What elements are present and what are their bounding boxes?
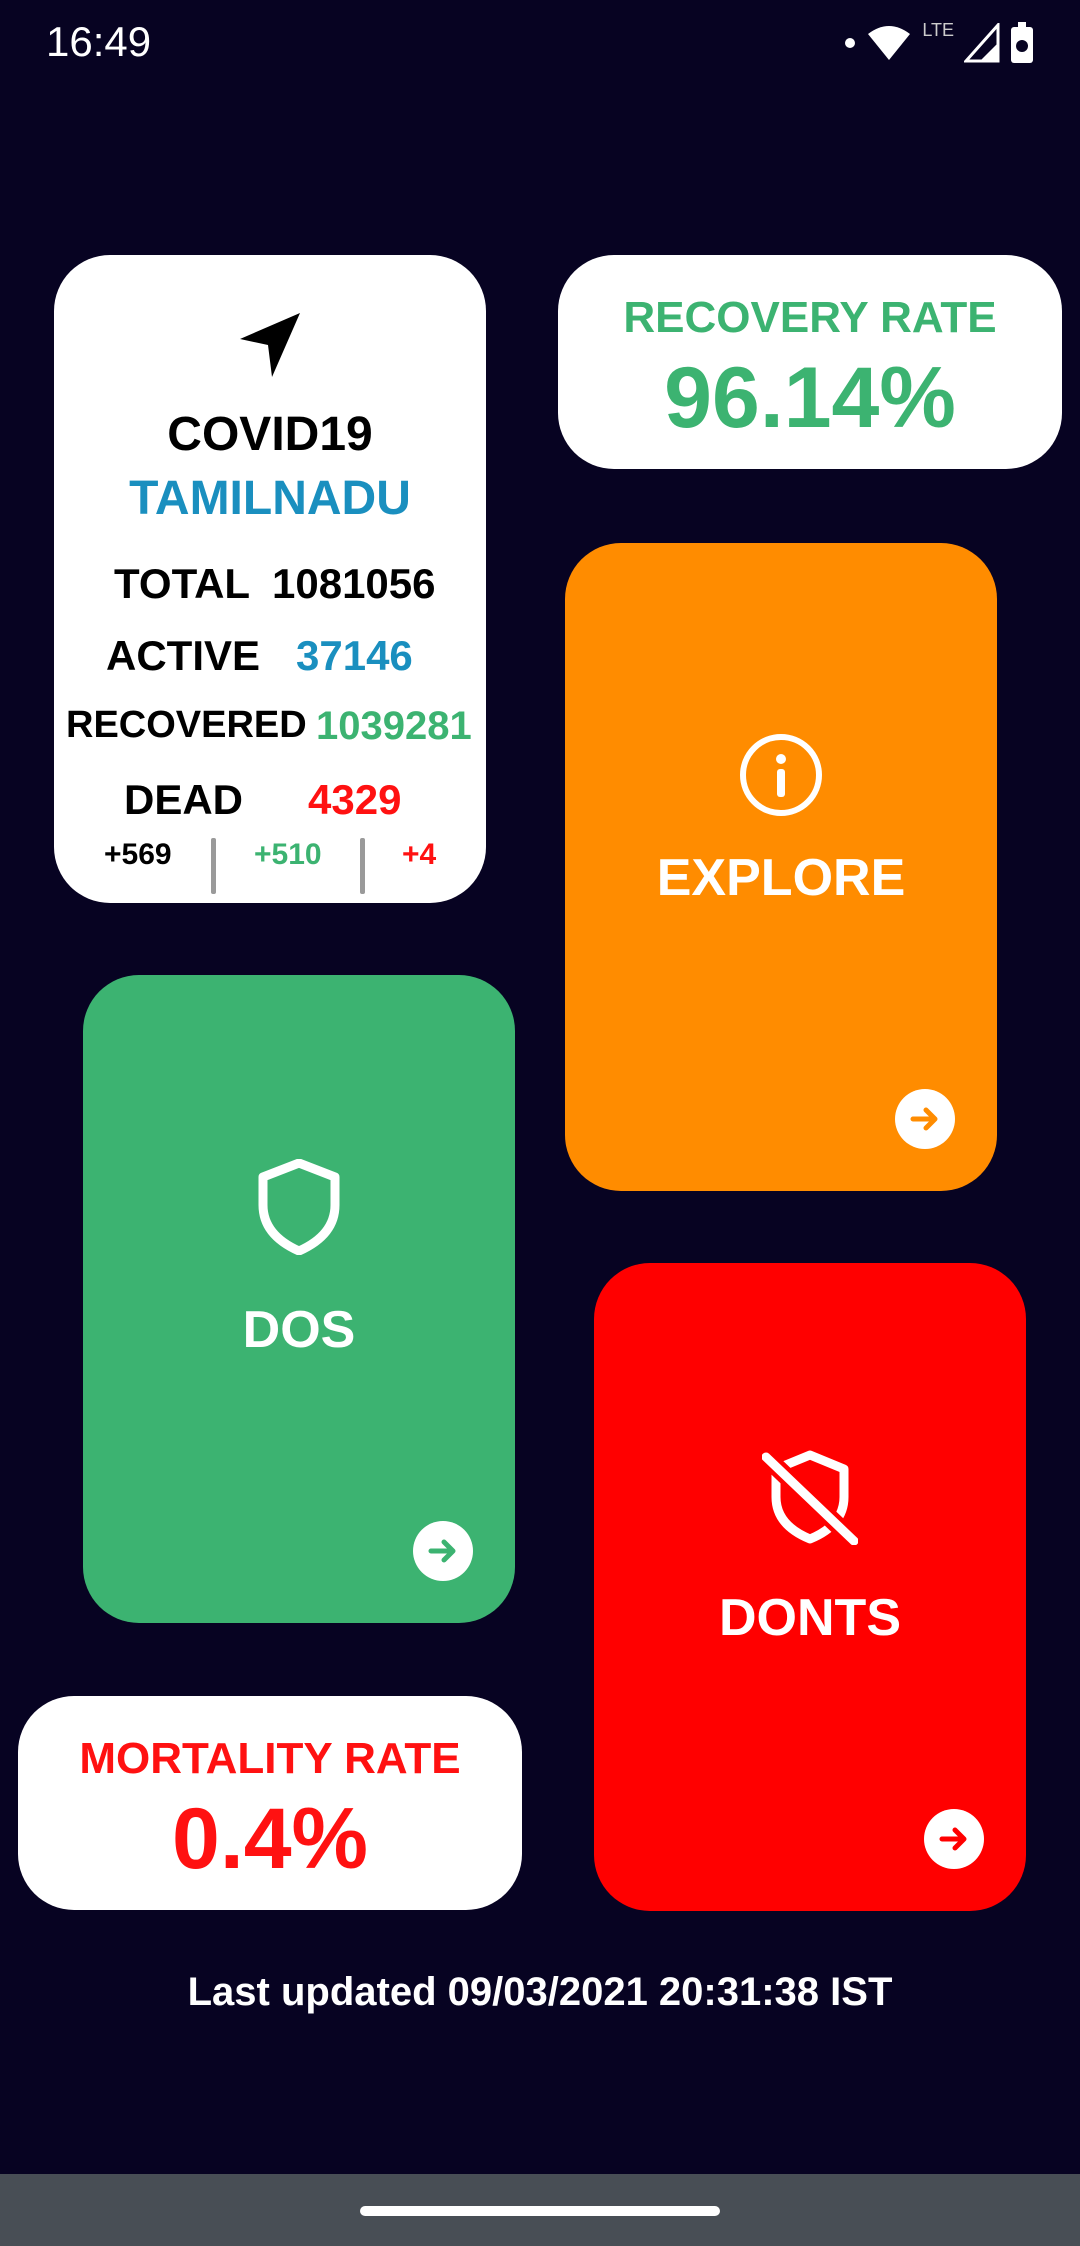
recovery-rate-value: 96.14% bbox=[664, 350, 956, 446]
explore-arrow-button[interactable] bbox=[895, 1089, 955, 1149]
battery-icon bbox=[1011, 22, 1033, 63]
navigation-arrow-icon bbox=[240, 313, 300, 377]
arrow-right-icon bbox=[939, 1827, 967, 1851]
status-time: 16:49 bbox=[46, 18, 152, 65]
status-icons: LTE bbox=[844, 18, 1034, 68]
recovery-rate-label: RECOVERY RATE bbox=[623, 293, 997, 342]
recovered-label: RECOVERED bbox=[66, 704, 307, 746]
active-label: ACTIVE bbox=[106, 632, 261, 679]
recovered-value: 1039281 bbox=[316, 704, 472, 748]
home-indicator[interactable] bbox=[360, 2206, 720, 2216]
dos-label: DOS bbox=[242, 1301, 356, 1359]
active-value: 37146 bbox=[296, 632, 413, 679]
divider bbox=[211, 838, 216, 894]
delta-dead: +4 bbox=[402, 838, 437, 871]
explore-tile[interactable]: EXPLORE bbox=[565, 543, 997, 1191]
arrow-right-icon bbox=[910, 1107, 938, 1131]
explore-label: EXPLORE bbox=[656, 849, 906, 907]
last-updated-text: Last updated 09/03/2021 20:31:38 IST bbox=[187, 1970, 893, 2014]
donts-tile[interactable]: DONTS bbox=[594, 1263, 1026, 1911]
delta-recovered: +510 bbox=[254, 838, 322, 871]
shield-icon bbox=[258, 1159, 340, 1255]
dead-label: DEAD bbox=[124, 776, 244, 823]
delta-total: +569 bbox=[104, 838, 172, 871]
stats-title: COVID19 bbox=[167, 408, 373, 461]
stats-region: TAMILNADU bbox=[129, 472, 411, 525]
stats-card: COVID19 TAMILNADU TOTAL 1081056 ACTIVE 3… bbox=[54, 255, 486, 903]
signal-icon bbox=[964, 23, 1000, 63]
recovery-rate-card: RECOVERY RATE 96.14% bbox=[558, 255, 1062, 469]
donts-label: DONTS bbox=[719, 1589, 901, 1647]
donts-arrow-button[interactable] bbox=[924, 1809, 984, 1869]
wifi-icon bbox=[868, 26, 911, 60]
mortality-rate-card: MORTALITY RATE 0.4% bbox=[18, 1696, 522, 1910]
arrow-right-icon bbox=[428, 1539, 456, 1563]
dos-tile[interactable]: DOS bbox=[83, 975, 515, 1623]
total-label: TOTAL bbox=[114, 560, 251, 607]
mortality-rate-label: MORTALITY RATE bbox=[79, 1734, 461, 1783]
info-icon bbox=[740, 734, 822, 816]
shield-off-icon bbox=[762, 1450, 858, 1545]
mortality-rate-value: 0.4% bbox=[171, 1791, 369, 1887]
divider bbox=[360, 838, 365, 894]
total-value: 1081056 bbox=[272, 560, 436, 607]
dot-icon bbox=[845, 38, 856, 48]
network-type: LTE bbox=[922, 20, 954, 40]
dos-arrow-button[interactable] bbox=[413, 1521, 473, 1581]
dead-value: 4329 bbox=[308, 776, 402, 823]
